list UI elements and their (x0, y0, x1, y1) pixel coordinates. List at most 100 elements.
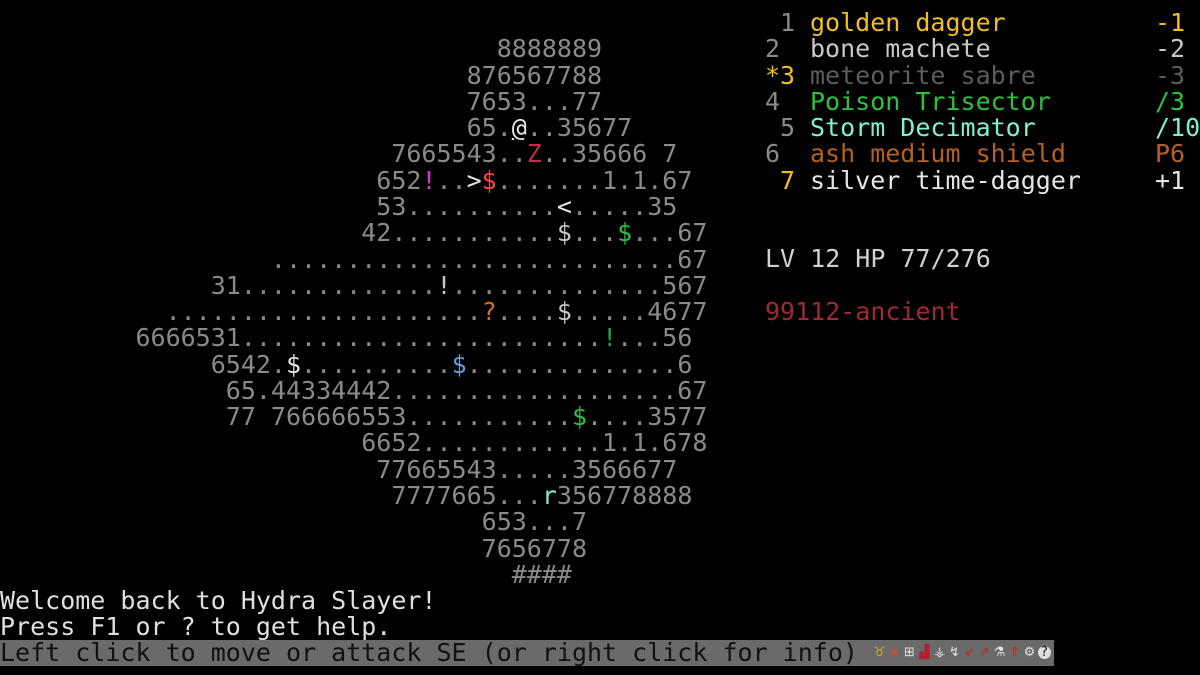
map-row: 876567788 (0, 60, 603, 90)
help-icon[interactable]: ? (1038, 646, 1051, 659)
map-row: 7777665...r356778888 (0, 483, 692, 509)
map-row: 31.............!..............567 (0, 270, 708, 300)
arrow-icon[interactable]: ↯ (948, 644, 961, 662)
map-row: .....................?....$.....4677 (0, 297, 708, 327)
inventory-slot-number[interactable]: 4 (765, 88, 795, 115)
sword-down-icon[interactable]: ⇙ (963, 644, 976, 662)
inventory-item-value[interactable]: P6 (1155, 141, 1185, 167)
inventory-item-name[interactable]: golden dagger (810, 10, 1006, 36)
sword-up-icon[interactable]: ⇗ (978, 644, 991, 662)
treasure[interactable]: $ (617, 218, 632, 247)
split-icon[interactable]: ⚶ (933, 644, 946, 662)
inventory-item-name[interactable]: meteorite sabre (810, 62, 1036, 89)
terrain: 7653...77 (0, 86, 603, 116)
inventory-item-name[interactable]: Storm Decimator (810, 115, 1036, 141)
inventory-slot-number[interactable]: 7 (765, 167, 795, 194)
terrain: .....35 (571, 191, 678, 221)
terrain: .......1.1.67 (496, 165, 693, 195)
terrain: .. (436, 165, 467, 195)
toolbar-icons: ♉ ◈ ⊞ ▟ ⚶ ↯ ⇙ ⇗ ⚗ ⇑ ⚙? (873, 644, 1051, 662)
potion[interactable]: ! (602, 323, 617, 352)
inventory-slot-number[interactable]: 2 (765, 36, 795, 62)
map-row: 6542.$..........$..............6 (0, 349, 693, 379)
terrain: .....4677 (571, 297, 708, 327)
scroll[interactable]: ? (482, 297, 497, 326)
terrain: 77665543.....3566677 (0, 454, 678, 484)
inventory-item-value[interactable]: /3 (1155, 88, 1185, 115)
treasure[interactable]: $ (482, 166, 497, 195)
map-row: 653...7 (0, 509, 587, 535)
game-seed: 99112-ancient (765, 297, 961, 326)
rune-icon[interactable]: ◈ (888, 644, 901, 662)
terrain: 652 (0, 165, 422, 195)
terrain: ...56 (617, 323, 693, 353)
terrain: 6652............1.1.678 (0, 428, 708, 458)
terrain: .......... (301, 349, 452, 379)
stairs-up[interactable]: < (557, 192, 572, 221)
terrain: 6542. (0, 349, 286, 379)
terrain: ...........................67 (0, 244, 708, 274)
inventory-slot-number[interactable]: 5 (765, 115, 795, 141)
inventory-item-name[interactable]: Poison Trisector (810, 88, 1051, 115)
player[interactable]: @ (512, 113, 527, 142)
player-stats: LV 12 HP 77/276 (765, 244, 991, 273)
terrain: 356778888 (556, 481, 693, 511)
terrain: ..............567 (451, 270, 708, 300)
inventory-item-value[interactable]: +1 (1155, 167, 1185, 194)
terrain: 31............. (0, 270, 437, 300)
status-hint: Left click to move or attack SE (or righ… (0, 638, 858, 667)
map-row: 77 766666553...........$....3577 (0, 402, 708, 432)
gear-icon[interactable]: ⚙ (1023, 644, 1036, 662)
terrain: ..35677 (526, 113, 633, 143)
game-screen: 8888889 876567788 7653...77 65.@..35677 … (0, 0, 1200, 675)
terrain: ..35666 7 (541, 139, 678, 169)
stairs-down[interactable]: > (467, 166, 482, 195)
amulet-icon[interactable]: ♉ (873, 644, 886, 662)
inventory-slot-number[interactable]: *3 (765, 62, 795, 89)
potion[interactable]: ! (437, 271, 452, 300)
map-row: #### (0, 559, 572, 589)
ship-icon[interactable]: ▟ (918, 644, 931, 662)
terrain: #### (0, 559, 572, 589)
treasure[interactable]: $ (572, 402, 587, 431)
map-row: 6652............1.1.678 (0, 430, 707, 456)
inventory-item-name[interactable]: silver time-dagger (810, 167, 1081, 194)
terrain: 7777665... (0, 481, 542, 511)
inventory-slot-number[interactable]: 1 (765, 10, 795, 36)
terrain: ....3577 (587, 402, 708, 432)
inventory-item-name[interactable]: ash medium shield (810, 141, 1066, 167)
terrain: 65.44334442...................67 (0, 375, 708, 405)
inventory-item-value[interactable]: -3 (1155, 62, 1185, 89)
map-row: 7665543..Z..35666 7 (0, 141, 677, 167)
terrain: 53.......... (0, 191, 557, 221)
inventory-item-value[interactable]: -2 (1155, 36, 1185, 62)
treasure[interactable]: $ (557, 297, 572, 326)
potion-icon[interactable]: ⚗ (993, 644, 1006, 662)
map-row: ...........................67 (0, 244, 708, 274)
monster[interactable]: Z (527, 139, 542, 168)
treasure[interactable]: $ (452, 350, 467, 379)
inventory-item-value[interactable]: /10 (1155, 115, 1200, 141)
status-bar: Left click to move or attack SE (or righ… (0, 640, 1054, 666)
terrain: ...67 (632, 218, 708, 248)
terrain: ..............6 (466, 349, 693, 379)
monster[interactable]: r (542, 481, 557, 510)
terrain: .... (496, 297, 557, 327)
map-row: 7653...77 (0, 86, 603, 116)
inventory-slot-number[interactable]: 6 (765, 141, 795, 167)
terrain: 653...7 (0, 507, 587, 537)
treasure[interactable]: $ (286, 350, 301, 379)
map-row: 53..........<.....35 (0, 191, 678, 221)
treasure[interactable]: $ (557, 218, 572, 247)
terrain: 65. (0, 113, 512, 143)
thermometer-icon[interactable]: ⇑ (1008, 644, 1021, 662)
map-row: 7656778 (0, 535, 587, 562)
terrain: 7665543.. (0, 139, 527, 169)
potion[interactable]: ! (421, 166, 436, 195)
map-row: 65.@..35677 (0, 113, 633, 143)
scroll-icon[interactable]: ⊞ (903, 644, 916, 662)
inventory-item-value[interactable]: -1 (1155, 10, 1185, 36)
inventory-item-name[interactable]: bone machete (810, 36, 991, 62)
terrain: 876567788 (0, 60, 603, 90)
map-row: 6666531........................!...56 (0, 325, 692, 351)
